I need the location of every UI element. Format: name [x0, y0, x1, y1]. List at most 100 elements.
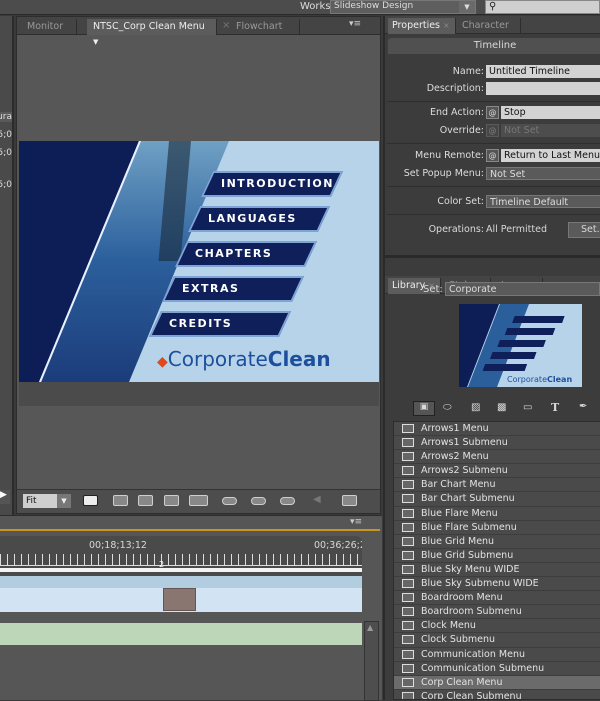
tab-menu-label: NTSC_Corp Clean Menu: [93, 21, 205, 32]
tab-character[interactable]: Character: [456, 18, 521, 34]
color-set-select[interactable]: Timeline Default: [486, 195, 600, 208]
panel-menu-icon[interactable]: ▾≡: [349, 19, 361, 29]
search-input[interactable]: ⚲: [485, 0, 600, 14]
text-icon[interactable]: T: [551, 401, 559, 414]
show-button-routing-icon[interactable]: [113, 495, 128, 506]
description-field[interactable]: [486, 82, 600, 95]
menu-icon[interactable]: ▣: [413, 401, 435, 416]
pickwhip-icon[interactable]: @: [486, 149, 499, 162]
panel-divider[interactable]: [385, 255, 600, 258]
safe-area-icon[interactable]: [83, 495, 98, 506]
menu-item-icon: [402, 607, 414, 617]
thumbnail-art: CorporateClean: [459, 304, 572, 387]
background-icon[interactable]: ▩: [497, 402, 506, 413]
name-field[interactable]: Untitled Timeline: [486, 65, 600, 78]
button-icon[interactable]: ⬭: [443, 402, 452, 413]
library-item[interactable]: Communication Menu: [394, 648, 600, 662]
workspace-select[interactable]: Slideshow Design ▼: [330, 0, 476, 14]
work-area-bar[interactable]: [0, 568, 362, 572]
preview-icon[interactable]: [342, 495, 357, 506]
pen-icon[interactable]: ✒: [579, 401, 587, 412]
library-item-label: Arrows2 Menu: [421, 451, 489, 463]
image-icon[interactable]: ▨: [471, 402, 480, 413]
set-operations-button[interactable]: Set...: [568, 222, 600, 238]
library-item-label: Blue Sky Submenu WIDE: [421, 578, 539, 590]
show-hide-icon[interactable]: [138, 495, 153, 506]
previous-icon[interactable]: ◀: [313, 494, 321, 505]
library-set-select[interactable]: Corporate: [445, 282, 600, 296]
button-activated-icon[interactable]: [280, 497, 295, 505]
library-list[interactable]: Arrows1 Menu Arrows1 Submenu Arrows2 Menu A…: [393, 421, 600, 700]
library-item[interactable]: Clock Menu: [394, 619, 600, 634]
library-item[interactable]: Blue Sky Submenu WIDE: [394, 577, 600, 592]
menu-button-credits[interactable]: CREDITS: [148, 311, 292, 337]
folder-icon[interactable]: ▭: [523, 402, 532, 413]
divider: [387, 186, 600, 187]
menu-preview[interactable]: INTRODUCTION LANGUAGES CHAPTERS EXTRAS C…: [19, 141, 379, 382]
library-item[interactable]: Blue Flare Submenu: [394, 521, 600, 535]
tab-menu[interactable]: NTSC_Corp Clean Menu ▼: [87, 19, 217, 46]
library-item[interactable]: Arrows2 Menu: [394, 450, 600, 465]
library-item-label: Arrows1 Submenu: [421, 437, 508, 449]
library-item[interactable]: Bar Chart Submenu: [394, 492, 600, 507]
library-item-label: Corp Clean Menu: [421, 676, 503, 688]
library-item[interactable]: Arrows2 Submenu: [394, 464, 600, 479]
layout-icon[interactable]: [164, 495, 179, 506]
divider: [387, 143, 600, 144]
chevron-down-icon[interactable]: ▼: [459, 1, 475, 13]
menu-item-icon: [402, 579, 414, 589]
library-item[interactable]: Blue Sky Menu WIDE: [394, 563, 600, 578]
library-item[interactable]: Blue Grid Menu: [394, 535, 600, 549]
name-label: Name:: [452, 66, 484, 77]
library-item[interactable]: Corp Clean Menu: [394, 675, 600, 690]
library-item[interactable]: Boardroom Menu: [394, 591, 600, 606]
library-thumbnail: CorporateClean: [459, 304, 582, 387]
menu-button-introduction[interactable]: INTRODUCTION: [200, 171, 344, 197]
menu-remote-label: Menu Remote:: [415, 150, 484, 161]
properties-body: Name: Untitled Timeline Description: End …: [385, 54, 600, 254]
zoom-select[interactable]: Fit ▼: [23, 494, 71, 508]
library-item[interactable]: Blue Flare Menu: [394, 507, 600, 521]
library-item[interactable]: Boardroom Submenu: [394, 605, 600, 620]
timeline-scrollbar[interactable]: ▲: [364, 621, 379, 701]
logo-diamond-icon: ◆: [157, 354, 168, 370]
popup-menu-select[interactable]: Not Set: [486, 167, 600, 180]
library-item-label: Boardroom Menu: [421, 592, 503, 604]
menu-item-icon: [402, 536, 414, 546]
pickwhip-icon[interactable]: @: [486, 106, 499, 119]
chapter-marker[interactable]: 2: [159, 560, 164, 569]
library-filter-bar: ▣ ⬭ ▨ ▩ ▭ T ✒: [385, 401, 600, 417]
library-item[interactable]: Communication Submenu: [394, 662, 600, 676]
set-label: Set:: [423, 284, 443, 295]
menu-button-languages[interactable]: LANGUAGES: [187, 206, 331, 232]
video-track[interactable]: [0, 588, 362, 612]
end-action-field[interactable]: Stop: [501, 106, 600, 119]
chevron-down-icon[interactable]: ▼: [93, 38, 98, 46]
button-normal-icon[interactable]: [222, 497, 237, 505]
canvas-margin: [19, 382, 379, 406]
play-icon[interactable]: ▶: [0, 490, 10, 504]
library-item[interactable]: Arrows1 Menu: [394, 422, 600, 437]
audio-track[interactable]: [0, 623, 362, 645]
menu-button-chapters[interactable]: CHAPTERS: [174, 241, 318, 267]
override-label: Override:: [439, 125, 484, 136]
tab-monitor[interactable]: Monitor: [21, 19, 77, 35]
divider: [387, 101, 600, 102]
library-item[interactable]: Blue Grid Submenu: [394, 549, 600, 563]
menu-button-extras[interactable]: EXTRAS: [161, 276, 305, 302]
menu-remote-field[interactable]: Return to Last Menu: [501, 149, 600, 162]
time-ruler[interactable]: 00;18;13;12 00;36;26;2 2: [0, 536, 362, 576]
tab-properties[interactable]: Properties ×: [388, 18, 456, 34]
popup-menu-label: Set Popup Menu:: [403, 168, 484, 179]
add-layout-icon[interactable]: [189, 495, 208, 506]
button-selected-icon[interactable]: [251, 497, 266, 505]
menu-editor-panel: Monitor NTSC_Corp Clean Menu ▼ × Flowcha…: [16, 16, 381, 514]
library-item[interactable]: Arrows1 Submenu: [394, 436, 600, 451]
tab-flowchart[interactable]: Flowchart: [230, 19, 300, 35]
library-item[interactable]: Clock Submenu: [394, 633, 600, 648]
library-item[interactable]: Bar Chart Menu: [394, 478, 600, 493]
library-item[interactable]: Corp Clean Submenu: [394, 690, 600, 699]
video-clip[interactable]: [163, 588, 196, 611]
panel-menu-icon[interactable]: ▾≡: [350, 517, 362, 527]
center-tab-row: Monitor NTSC_Corp Clean Menu ▼ × Flowcha…: [17, 17, 380, 46]
